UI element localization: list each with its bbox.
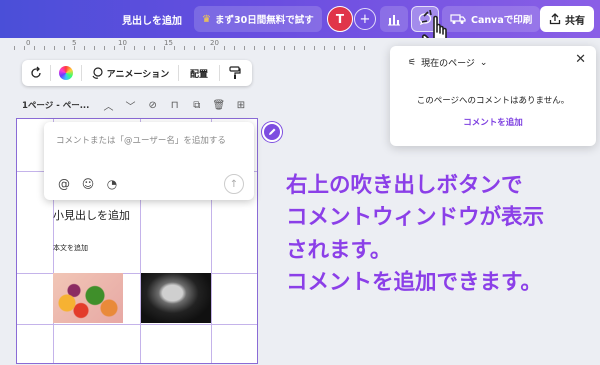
- ruler-ticks: [14, 46, 374, 50]
- arrange-label: 配置: [189, 69, 208, 80]
- annotation-line: されます。: [286, 237, 392, 263]
- share-button[interactable]: 共有: [540, 6, 594, 32]
- page-bar: 1ページ - ペー... ︿ ﹀ ⊘ ⊓ ⧉ 🗑 ⊞: [22, 96, 252, 114]
- comment-input[interactable]: コメントまたは「@ユーザー名」を追加する: [56, 134, 226, 146]
- monochrome-image[interactable]: [141, 273, 211, 323]
- animation-button[interactable]: アニメーション: [82, 60, 178, 86]
- bar-chart-icon: [388, 15, 400, 26]
- duplicate-icon[interactable]: ⧉: [186, 100, 208, 111]
- avatar-initial: T: [335, 12, 345, 26]
- lock-icon[interactable]: ⊓: [164, 100, 186, 111]
- annotation-line: コメントを追加できます。: [286, 269, 542, 295]
- scope-dropdown[interactable]: ⚟ 現在のページ ⌄: [408, 56, 488, 70]
- pencil-icon: [269, 128, 276, 135]
- animation-icon: [92, 67, 103, 79]
- top-bar: 見出しを追加 ♛ まず30日間無料で試す T + Canvaで印刷 共有: [0, 0, 600, 38]
- insights-button[interactable]: [380, 6, 408, 32]
- sticker-icon[interactable]: ◔: [104, 176, 120, 192]
- free-trial-button[interactable]: ♛ まず30日間無料で試す: [194, 6, 322, 32]
- grid-line: [17, 324, 257, 325]
- free-trial-label: まず30日間無料で試す: [214, 15, 314, 26]
- send-button[interactable]: ↑: [224, 174, 244, 194]
- crown-icon: ♛: [202, 13, 211, 25]
- arrange-button[interactable]: 配置: [179, 60, 219, 86]
- trash-icon[interactable]: 🗑: [208, 100, 230, 111]
- close-icon[interactable]: ✕: [575, 52, 586, 67]
- share-label: 共有: [565, 15, 585, 27]
- page-title[interactable]: 1ページ - ペー...: [22, 99, 97, 111]
- scope-label: 現在のページ: [421, 59, 475, 69]
- annotation-line: 右上の吹き出しボタンで: [286, 173, 523, 198]
- avatar[interactable]: T: [327, 6, 353, 32]
- plus-icon: +: [359, 11, 371, 27]
- color-button[interactable]: [51, 60, 81, 86]
- ruler: 0 5 10 15 20: [14, 38, 374, 50]
- emoji-icon[interactable]: ☺: [80, 176, 96, 192]
- instruction-annotation: 右上の吹き出しボタンで コメントウィンドウが表示 されます。 コメントを追加でき…: [286, 170, 544, 299]
- empty-comments-message: このページへのコメントはありません。: [416, 96, 570, 106]
- chevron-down-icon: ⌄: [479, 57, 488, 68]
- fruit-image[interactable]: [53, 273, 123, 323]
- subheading-text[interactable]: 小見出しを追加: [53, 207, 130, 223]
- color-wheel-icon: [59, 66, 73, 80]
- upload-icon: [549, 13, 561, 25]
- add-page-icon[interactable]: ⊞: [230, 100, 252, 111]
- rotate-icon: [31, 66, 41, 78]
- add-collaborator-button[interactable]: +: [354, 8, 376, 30]
- add-comment-link[interactable]: コメントを追加: [390, 116, 596, 128]
- style-painter-button[interactable]: [220, 60, 250, 86]
- chevron-down-icon[interactable]: ﹀: [120, 98, 142, 113]
- animation-label: アニメーション: [106, 69, 170, 80]
- annotation-line: コメントウィンドウが表示: [286, 205, 545, 231]
- comment-input-popup: コメントまたは「@ユーザー名」を追加する @ ☺ ◔ ↑: [44, 122, 254, 200]
- element-toolbar: アニメーション 配置: [22, 60, 252, 86]
- add-heading-label[interactable]: 見出しを追加: [122, 12, 182, 27]
- paint-roller-icon: [229, 66, 241, 79]
- comments-panel: ⚟ 現在のページ ⌄ ✕ このページへのコメントはありません。 コメントを追加: [390, 46, 596, 146]
- mention-icon[interactable]: @: [56, 176, 72, 192]
- rotate-button[interactable]: [22, 60, 50, 86]
- body-text[interactable]: 本文を追加: [53, 243, 88, 253]
- canva-print-label: Canvaで印刷: [471, 15, 533, 26]
- filter-icon: ⚟: [408, 57, 417, 68]
- comment-pin[interactable]: [262, 122, 282, 142]
- arrow-up-icon: ↑: [229, 178, 239, 190]
- hide-eye-icon[interactable]: ⊘: [142, 100, 164, 111]
- chevron-up-icon[interactable]: ︿: [97, 98, 119, 113]
